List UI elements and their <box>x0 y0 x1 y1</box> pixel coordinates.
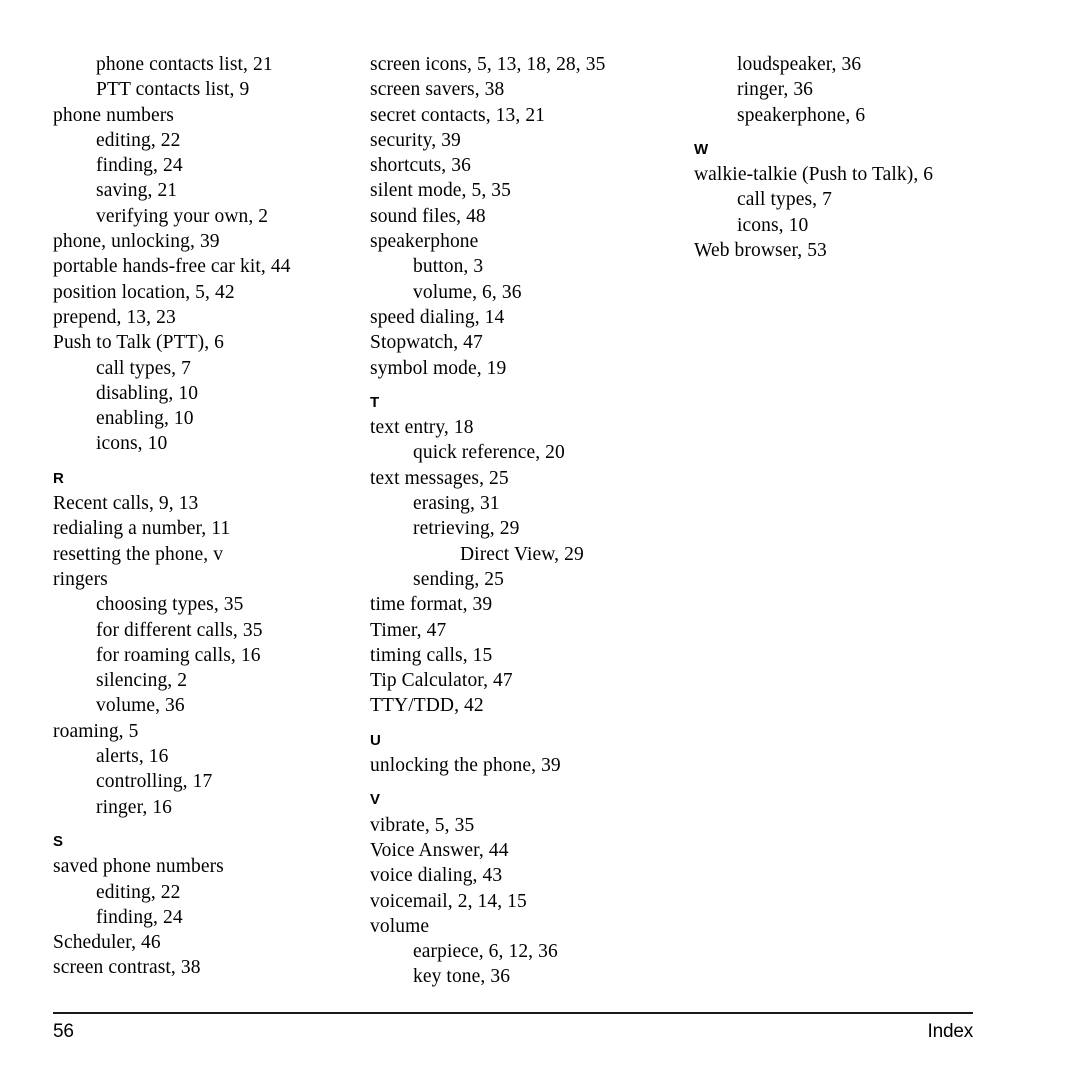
index-entry: retrieving, 29 <box>413 518 520 540</box>
index-entry: call types, 7 <box>96 357 191 379</box>
index-entry: roaming, 5 <box>53 720 139 742</box>
index-entry: vibrate, 5, 35 <box>370 814 475 836</box>
index-letter-heading: S <box>53 832 64 850</box>
index-entry: verifying your own, 2 <box>96 205 269 227</box>
index-entry: volume <box>370 915 430 937</box>
index-entry: Tip Calculator, 47 <box>370 670 513 692</box>
running-footer-label: Index <box>927 1021 974 1042</box>
page-number: 56 <box>53 1021 74 1042</box>
index-entry: phone, unlocking, 39 <box>53 231 220 253</box>
index-entry: time format, 39 <box>370 594 493 616</box>
index-entry: screen savers, 38 <box>370 79 505 101</box>
index-entry: secret contacts, 13, 21 <box>370 104 546 126</box>
index-entry: phone numbers <box>53 104 174 126</box>
index-column: phone contacts list, 21 PTT contacts list… <box>53 52 353 981</box>
index-entry: choosing types, 35 <box>96 594 244 616</box>
index-entry: enabling, 10 <box>96 408 194 430</box>
index-entry: portable hands-free car kit, 44 <box>53 256 291 278</box>
index-entry: button, 3 <box>413 256 484 278</box>
index-entry: icons, 10 <box>96 433 168 455</box>
index-entry: erasing, 31 <box>413 493 500 515</box>
index-entry: Voice Answer, 44 <box>370 839 509 861</box>
index-entry: TTY/TDD, 42 <box>370 695 484 717</box>
index-letter-heading: T <box>370 393 380 411</box>
index-entry: sending, 25 <box>413 568 505 590</box>
index-entry: Direct View, 29 <box>460 543 584 565</box>
index-entry: ringer, 36 <box>737 79 814 101</box>
index-letter-heading: U <box>370 731 382 749</box>
index-entry: Stopwatch, 47 <box>370 332 483 354</box>
index-entry: key tone, 36 <box>413 966 511 988</box>
index-entry: timing calls, 15 <box>370 644 493 666</box>
index-entry: speakerphone, 6 <box>737 104 866 126</box>
index-entry: ringer, 16 <box>96 796 173 818</box>
index-entry: finding, 24 <box>96 906 183 928</box>
index-letter-heading: R <box>53 469 65 487</box>
index-entry: controlling, 17 <box>96 771 213 793</box>
page-footer: 56 Index <box>53 1012 973 1043</box>
index-entry: Recent calls, 9, 13 <box>53 493 199 515</box>
index-entry: text messages, 25 <box>370 467 509 489</box>
index-entry: icons, 10 <box>737 214 809 236</box>
index-entry: sound files, 48 <box>370 205 486 227</box>
index-entry: Timer, 47 <box>370 619 447 641</box>
index-entry: walkie-talkie (Push to Talk), 6 <box>694 164 934 186</box>
index-entry: ringers <box>53 568 108 590</box>
index-entry: voicemail, 2, 14, 15 <box>370 890 527 912</box>
index-entry: for different calls, 35 <box>96 619 263 641</box>
index-entry: shortcuts, 36 <box>370 155 471 177</box>
index-entry: speed dialing, 14 <box>370 306 505 328</box>
index-entry: phone contacts list, 21 <box>96 54 273 75</box>
index-column: screen icons, 5, 13, 18, 28, 35 screen sa… <box>370 52 670 990</box>
index-entry: alerts, 16 <box>96 746 169 768</box>
index-entry: Web browser, 53 <box>694 240 827 262</box>
index-entry: quick reference, 20 <box>413 442 565 464</box>
index-entry: earpiece, 6, 12, 36 <box>413 941 558 963</box>
index-entry: call types, 7 <box>737 189 832 211</box>
index-entry: volume, 6, 36 <box>413 281 522 303</box>
index-entry: silent mode, 5, 35 <box>370 180 511 202</box>
index-entry: speakerphone <box>370 231 479 253</box>
index-entry: saved phone numbers <box>53 856 224 878</box>
index-entry: for roaming calls, 16 <box>96 644 261 666</box>
index-columns-container: phone contacts list, 21 PTT contacts list… <box>53 52 1027 987</box>
index-entry: unlocking the phone, 39 <box>370 755 561 777</box>
index-entry: PTT contacts list, 9 <box>96 79 250 101</box>
index-entry: loudspeaker, 36 <box>737 54 862 75</box>
index-entry: saving, 21 <box>96 180 178 202</box>
index-letter-heading: V <box>370 791 381 809</box>
index-entry: editing, 22 <box>96 129 181 151</box>
index-entry: redialing a number, 11 <box>53 518 231 540</box>
index-entry: security, 39 <box>370 129 461 151</box>
index-entry: text entry, 18 <box>370 417 474 439</box>
index-entry: Push to Talk (PTT), 6 <box>53 332 225 354</box>
index-entry: position location, 5, 42 <box>53 281 235 303</box>
index-entry: disabling, 10 <box>96 382 199 404</box>
footer-row: 56 Index <box>53 1021 973 1043</box>
index-entry: voice dialing, 43 <box>370 865 503 887</box>
footer-divider <box>53 1012 973 1014</box>
index-entry: finding, 24 <box>96 155 183 177</box>
index-entry: screen icons, 5, 13, 18, 28, 35 <box>370 54 606 75</box>
index-entry: prepend, 13, 23 <box>53 306 176 328</box>
index-entry: symbol mode, 19 <box>370 357 507 379</box>
index-letter-heading: W <box>694 140 709 158</box>
index-column: loudspeaker, 36 ringer, 36 speakerphone, 6… <box>694 52 994 263</box>
index-entry: silencing, 2 <box>96 670 188 692</box>
index-entry: volume, 36 <box>96 695 185 717</box>
index-entry: screen contrast, 38 <box>53 957 201 979</box>
index-entry: resetting the phone, v <box>53 543 224 565</box>
index-page: phone contacts list, 21 PTT contacts list… <box>0 0 1080 1080</box>
index-entry: editing, 22 <box>96 881 181 903</box>
index-entry: Scheduler, 46 <box>53 932 161 954</box>
